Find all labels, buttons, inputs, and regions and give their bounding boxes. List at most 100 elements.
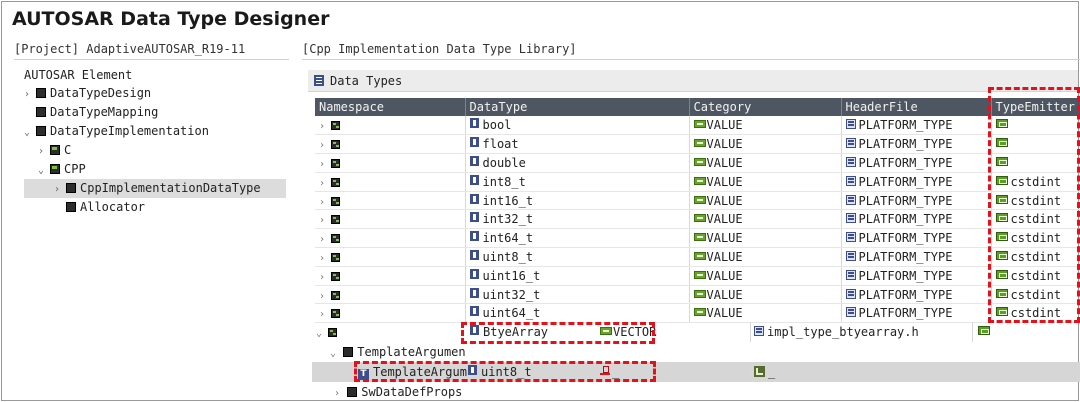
namespace-cell[interactable]: › bbox=[315, 285, 466, 305]
chevron-right-icon[interactable]: › bbox=[319, 178, 325, 189]
headerfile-cell[interactable]: PLATFORM_TYPE bbox=[841, 191, 992, 211]
tree-item-templatearguments[interactable]: ⌄ TemplateArgumen bbox=[312, 342, 1080, 362]
category-cell[interactable]: VALUE bbox=[689, 247, 842, 267]
chevron-right-icon[interactable]: › bbox=[319, 121, 325, 132]
tree-item-cpp[interactable]: ⌄ CPP bbox=[14, 160, 293, 179]
tree-item-datatypeimplementation[interactable]: ⌄ DataTypeImplementation bbox=[14, 122, 293, 141]
table-row[interactable]: › uint8_t VALUE PLATFORM_TYPE cstdint bbox=[315, 247, 1080, 267]
edit-icon[interactable] bbox=[600, 366, 610, 375]
column-header-typeemitter[interactable]: TypeEmitter bbox=[991, 98, 1080, 116]
category-cell[interactable]: VALUE bbox=[689, 172, 842, 192]
category-cell[interactable]: VALUE bbox=[689, 134, 842, 155]
category-cell[interactable]: VALUE bbox=[689, 303, 842, 324]
datatype-cell[interactable]: uint16_t bbox=[465, 266, 690, 286]
datatype-cell[interactable]: int16_t bbox=[465, 191, 690, 211]
namespace-cell[interactable]: › bbox=[315, 172, 466, 192]
headerfile-cell[interactable]: PLATFORM_TYPE bbox=[841, 134, 992, 155]
datatype-cell[interactable]: uint64_t bbox=[465, 303, 690, 324]
namespace-cell[interactable]: › bbox=[315, 134, 466, 155]
column-header-category[interactable]: Category bbox=[689, 98, 842, 116]
tree-item-cppimplementationdatatype[interactable]: › CppImplementationDataType bbox=[24, 179, 286, 198]
chevron-down-icon[interactable]: ⌄ bbox=[38, 161, 50, 180]
table-row[interactable]: › int16_t VALUE PLATFORM_TYPE cstdint bbox=[315, 191, 1080, 211]
headerfile-cell[interactable]: PLATFORM_TYPE bbox=[841, 116, 992, 136]
headerfile-cell[interactable]: PLATFORM_TYPE bbox=[841, 209, 992, 230]
table-row-templateargument[interactable]: T TemplateArgum uint8_t _ _ bbox=[312, 362, 1080, 382]
table-row[interactable]: › uint16_t VALUE PLATFORM_TYPE cstdint bbox=[315, 266, 1080, 286]
typeemitter-cell[interactable]: cstdint bbox=[991, 303, 1080, 324]
namespace-cell[interactable]: › bbox=[315, 228, 466, 249]
chevron-down-icon[interactable]: ⌄ bbox=[316, 328, 322, 339]
chevron-right-icon[interactable]: › bbox=[334, 388, 340, 399]
datatype-cell[interactable]: int32_t bbox=[465, 209, 690, 230]
headerfile-cell[interactable]: PLATFORM_TYPE bbox=[841, 153, 992, 173]
chevron-right-icon[interactable]: › bbox=[319, 197, 325, 208]
column-header-datatype[interactable]: DataType bbox=[465, 98, 690, 116]
table-row[interactable]: › double VALUE PLATFORM_TYPE bbox=[315, 153, 1080, 173]
table-row[interactable]: › int32_t VALUE PLATFORM_TYPE cstdint bbox=[315, 209, 1080, 230]
table-row[interactable]: › uint64_t VALUE PLATFORM_TYPE cstdint bbox=[315, 303, 1080, 324]
tree-item-c[interactable]: › C bbox=[14, 141, 293, 160]
headerfile-cell[interactable]: PLATFORM_TYPE bbox=[841, 228, 992, 249]
column-header-headerfile[interactable]: HeaderFile bbox=[841, 98, 992, 116]
datatype-cell[interactable]: uint32_t bbox=[465, 285, 690, 305]
chevron-right-icon[interactable]: › bbox=[319, 272, 325, 283]
typeemitter-cell[interactable] bbox=[991, 116, 1080, 136]
namespace-cell[interactable]: › bbox=[315, 247, 466, 267]
table-row[interactable]: › int8_t VALUE PLATFORM_TYPE cstdint bbox=[315, 172, 1080, 192]
headerfile-cell[interactable]: PLATFORM_TYPE bbox=[841, 247, 992, 267]
namespace-cell[interactable]: › bbox=[315, 191, 466, 211]
typeemitter-cell[interactable]: cstdint bbox=[991, 228, 1080, 249]
table-row[interactable]: › bool VALUE PLATFORM_TYPE bbox=[315, 116, 1080, 136]
typeemitter-cell[interactable]: cstdint bbox=[991, 191, 1080, 211]
typeemitter-cell[interactable]: cstdint bbox=[991, 209, 1080, 230]
table-row-btyearray[interactable]: ⌄ BtyeArray VECTOR impl_type_btyearray.h bbox=[312, 322, 1080, 342]
category-cell[interactable]: VALUE bbox=[689, 228, 842, 249]
headerfile-cell[interactable]: PLATFORM_TYPE bbox=[841, 266, 992, 286]
namespace-cell[interactable]: › bbox=[315, 266, 466, 286]
chevron-right-icon[interactable]: › bbox=[319, 234, 325, 245]
tree-item-allocator[interactable]: Allocator bbox=[14, 198, 293, 217]
datatype-cell[interactable]: int64_t bbox=[465, 228, 690, 249]
headerfile-cell[interactable]: PLATFORM_TYPE bbox=[841, 172, 992, 192]
tree-item-datatypemapping[interactable]: DataTypeMapping bbox=[14, 103, 293, 122]
datatype-cell[interactable]: float bbox=[465, 134, 690, 155]
chevron-right-icon[interactable]: › bbox=[319, 291, 325, 302]
table-row[interactable]: › float VALUE PLATFORM_TYPE bbox=[315, 134, 1080, 155]
tree-item-datatypedesign[interactable]: › DataTypeDesign bbox=[14, 84, 293, 103]
table-row[interactable]: › uint32_t VALUE PLATFORM_TYPE cstdint bbox=[315, 285, 1080, 305]
data-types-section[interactable]: Data Types bbox=[308, 70, 1078, 92]
chevron-down-icon[interactable]: ⌄ bbox=[24, 123, 36, 142]
namespace-cell[interactable]: › bbox=[315, 303, 466, 324]
typeemitter-cell[interactable]: cstdint bbox=[991, 266, 1080, 286]
namespace-cell[interactable]: › bbox=[315, 153, 466, 173]
typeemitter-cell[interactable]: cstdint bbox=[991, 247, 1080, 267]
namespace-cell[interactable]: › bbox=[315, 116, 466, 136]
chevron-right-icon[interactable]: › bbox=[319, 159, 325, 170]
category-cell[interactable]: VALUE bbox=[689, 209, 842, 230]
chevron-down-icon[interactable]: ⌄ bbox=[330, 348, 336, 359]
headerfile-cell[interactable]: PLATFORM_TYPE bbox=[841, 303, 992, 324]
datatype-cell[interactable]: int8_t bbox=[465, 172, 690, 192]
chevron-right-icon[interactable]: › bbox=[319, 309, 325, 320]
category-cell[interactable]: VALUE bbox=[689, 153, 842, 173]
datatype-cell[interactable]: double bbox=[465, 153, 690, 173]
headerfile-cell[interactable]: PLATFORM_TYPE bbox=[841, 285, 992, 305]
tree-item-swdatadefprops[interactable]: › SwDataDefProps bbox=[312, 382, 1080, 402]
datatype-cell[interactable]: bool bbox=[465, 116, 690, 136]
category-cell[interactable]: VALUE bbox=[689, 285, 842, 305]
typeemitter-cell[interactable]: cstdint bbox=[991, 172, 1080, 192]
namespace-cell[interactable]: › bbox=[315, 209, 466, 230]
datatype-cell[interactable]: uint8_t bbox=[465, 247, 690, 267]
table-row[interactable]: › int64_t VALUE PLATFORM_TYPE cstdint bbox=[315, 228, 1080, 249]
column-header-namespace[interactable]: Namespace bbox=[315, 98, 466, 116]
category-cell[interactable]: VALUE bbox=[689, 116, 842, 136]
typeemitter-cell[interactable] bbox=[991, 153, 1080, 173]
typeemitter-cell[interactable]: cstdint bbox=[991, 285, 1080, 305]
chevron-right-icon[interactable]: › bbox=[38, 142, 50, 161]
chevron-right-icon[interactable]: › bbox=[319, 253, 325, 264]
typeemitter-cell[interactable] bbox=[991, 134, 1080, 155]
category-cell[interactable]: VALUE bbox=[689, 191, 842, 211]
chevron-right-icon[interactable]: › bbox=[319, 215, 325, 226]
chevron-right-icon[interactable]: › bbox=[54, 180, 66, 199]
